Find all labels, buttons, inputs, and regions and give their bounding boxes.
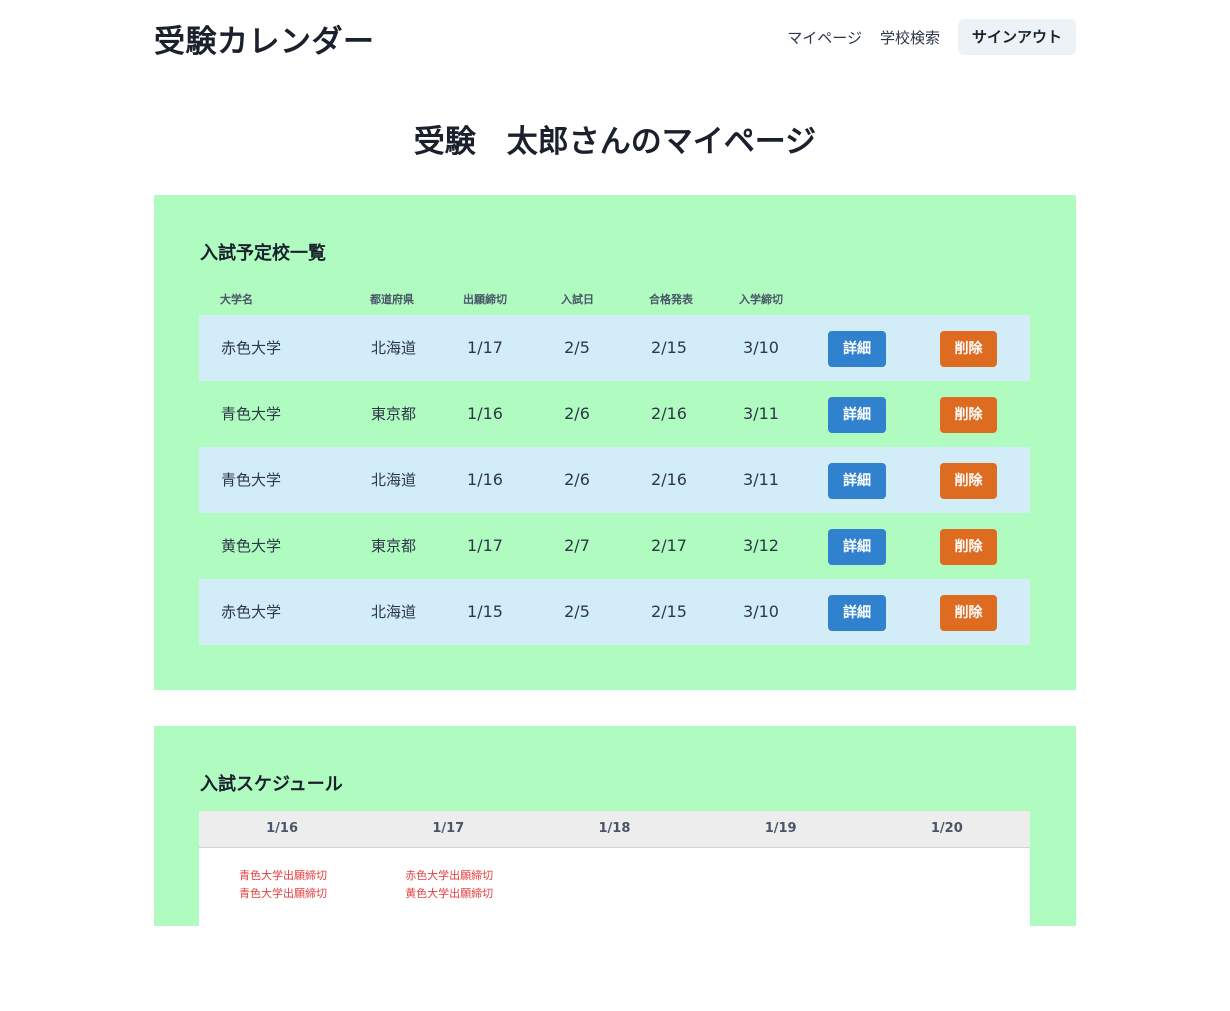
deadline-cell: 1/17: [467, 338, 503, 357]
table-row: 赤色大学 北海道 1/17 2/5 2/15 3/10 詳細 削除: [199, 315, 1030, 381]
col-header-result: 合格発表: [649, 293, 693, 306]
calendar-day-header: 1/17: [432, 821, 465, 836]
detail-button[interactable]: 詳細: [828, 595, 886, 631]
result-date-cell: 2/15: [651, 602, 687, 621]
app-logo[interactable]: 受験カレンダー: [154, 16, 375, 61]
exam-date-cell: 2/5: [564, 602, 590, 621]
schools-table: 大学名 都道府県 出願締切 入試日 合格発表 入学締切 赤色大学 北海道 1/17 2…: [199, 289, 1030, 645]
school-name-cell: 黄色大学: [221, 537, 282, 555]
prefecture-cell: 東京都: [371, 537, 417, 555]
prefecture-cell: 北海道: [371, 603, 417, 621]
detail-button[interactable]: 詳細: [828, 529, 886, 565]
delete-button[interactable]: 削除: [940, 331, 997, 367]
enroll-deadline-cell: 3/12: [743, 536, 779, 555]
calendar-day-header: 1/19: [764, 821, 797, 836]
calendar-header: 1/16 1/17 1/18 1/19 1/20: [199, 811, 1030, 848]
table-row: 赤色大学 北海道 1/15 2/5 2/15 3/10 詳細 削除: [199, 579, 1030, 645]
delete-button[interactable]: 削除: [940, 463, 997, 499]
col-header-name: 大学名: [220, 293, 253, 306]
result-date-cell: 2/15: [651, 338, 687, 357]
calendar-day-column: [864, 867, 1030, 903]
deadline-cell: 1/16: [467, 470, 503, 489]
deadline-cell: 1/15: [467, 602, 503, 621]
prefecture-cell: 東京都: [371, 405, 417, 423]
header: 受験カレンダー マイページ 学校検索 サインアウト: [154, 0, 1076, 74]
calendar-day-header: 1/20: [930, 821, 963, 836]
nav-mypage-link[interactable]: マイページ: [787, 27, 862, 48]
delete-button[interactable]: 削除: [940, 529, 997, 565]
nav-search-link[interactable]: 学校検索: [880, 27, 940, 48]
calendar-event[interactable]: 黄色大学出願締切: [405, 885, 531, 903]
table-body: 赤色大学 北海道 1/17 2/5 2/15 3/10 詳細 削除 青色大学 東京都 1/16 2/6…: [199, 315, 1030, 645]
enroll-deadline-cell: 3/11: [743, 470, 779, 489]
col-header-pref: 都道府県: [370, 293, 414, 306]
col-header-enroll: 入学締切: [739, 293, 783, 306]
calendar-event[interactable]: 青色大学出願締切: [239, 867, 365, 885]
table-row: 黄色大学 東京都 1/17 2/7 2/17 3/12 詳細 削除: [199, 513, 1030, 579]
calendar-day-column: 青色大学出願締切 青色大学出願締切: [199, 867, 365, 903]
school-name-cell: 赤色大学: [221, 339, 282, 357]
col-header-exam: 入試日: [561, 293, 594, 306]
delete-button[interactable]: 削除: [940, 397, 997, 433]
table-header: 大学名 都道府県 出願締切 入試日 合格発表 入学締切: [199, 289, 1030, 315]
detail-button[interactable]: 詳細: [828, 397, 886, 433]
calendar-day-header: 1/18: [598, 821, 631, 836]
schedule-panel: 入試スケジュール 1/16 1/17 1/18 1/19 1/20 青色大学出願締切 青色…: [154, 726, 1076, 1011]
calendar-event[interactable]: 青色大学出願締切: [239, 885, 365, 903]
school-name-cell: 青色大学: [221, 471, 282, 489]
exam-date-cell: 2/7: [564, 536, 590, 555]
exam-date-cell: 2/6: [564, 470, 590, 489]
calendar-day-column: [531, 867, 697, 903]
result-date-cell: 2/17: [651, 536, 687, 555]
schedule-calendar: 1/16 1/17 1/18 1/19 1/20 青色大学出願締切 青色大学出願締切 赤色大…: [199, 811, 1030, 1011]
prefecture-cell: 北海道: [371, 339, 417, 357]
school-name-cell: 赤色大学: [221, 603, 282, 621]
school-name-cell: 青色大学: [221, 405, 282, 423]
result-date-cell: 2/16: [651, 404, 687, 423]
schedule-heading: 入試スケジュール: [200, 774, 343, 795]
result-date-cell: 2/16: [651, 470, 687, 489]
calendar-day-column: [698, 867, 864, 903]
page-title: 受験 太郎さんのマイページ: [413, 124, 817, 160]
schools-heading: 入試予定校一覧: [200, 243, 326, 264]
schools-panel: 入試予定校一覧 大学名 都道府県 出願締切 入試日 合格発表 入学締切 赤色大学…: [154, 195, 1076, 690]
enroll-deadline-cell: 3/10: [743, 338, 779, 357]
enroll-deadline-cell: 3/10: [743, 602, 779, 621]
calendar-body: 青色大学出願締切 青色大学出願締切 赤色大学出願締切 黄色大学出願締切: [199, 848, 1030, 903]
signout-button[interactable]: サインアウト: [957, 19, 1076, 55]
deadline-cell: 1/16: [467, 404, 503, 423]
enroll-deadline-cell: 3/11: [743, 404, 779, 423]
exam-date-cell: 2/6: [564, 404, 590, 423]
table-row: 青色大学 東京都 1/16 2/6 2/16 3/11 詳細 削除: [199, 381, 1030, 447]
detail-button[interactable]: 詳細: [828, 463, 886, 499]
calendar-day-column: 赤色大学出願締切 黄色大学出願締切: [365, 867, 531, 903]
col-header-deadline: 出願締切: [463, 293, 507, 306]
calendar-day-header: 1/16: [266, 821, 299, 836]
detail-button[interactable]: 詳細: [828, 331, 886, 367]
delete-button[interactable]: 削除: [940, 595, 997, 631]
top-nav: マイページ 学校検索 サインアウト: [787, 19, 1076, 55]
exam-date-cell: 2/5: [564, 338, 590, 357]
table-row: 青色大学 北海道 1/16 2/6 2/16 3/11 詳細 削除: [199, 447, 1030, 513]
deadline-cell: 1/17: [467, 536, 503, 555]
calendar-event[interactable]: 赤色大学出願締切: [405, 867, 531, 885]
prefecture-cell: 北海道: [371, 471, 417, 489]
